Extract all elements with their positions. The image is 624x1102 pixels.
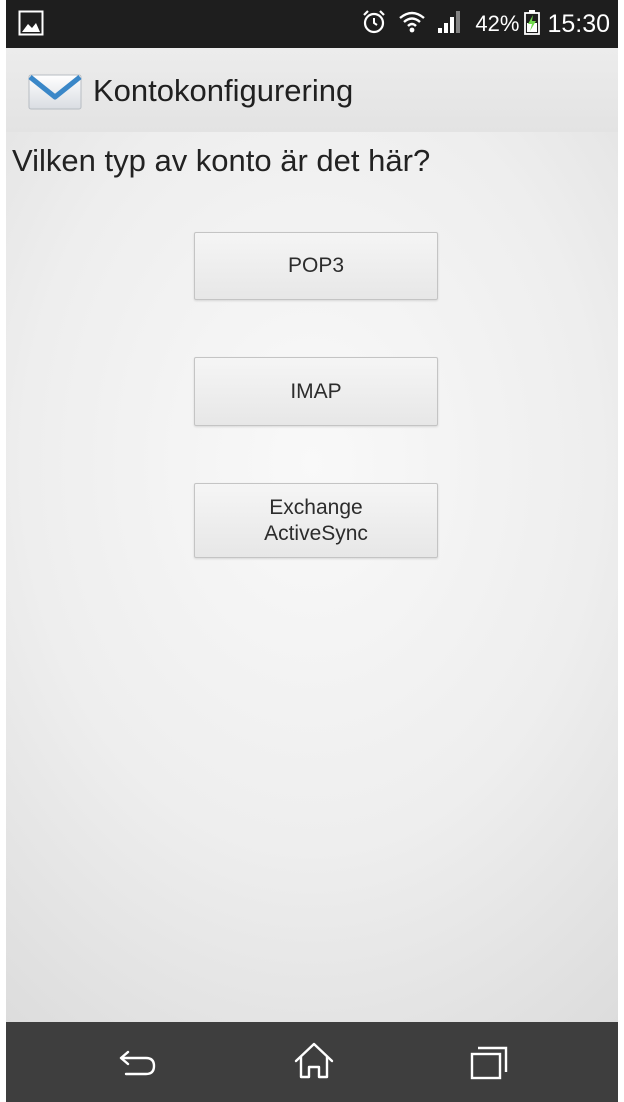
- battery-charging-icon: [524, 9, 541, 40]
- app-title: Kontokonfigurering: [93, 73, 354, 108]
- action-bar: Kontokonfigurering: [6, 48, 618, 132]
- pop3-button[interactable]: POP3: [194, 232, 438, 300]
- imap-button-label: IMAP: [290, 379, 342, 403]
- signal-icon: [437, 10, 463, 39]
- wifi-icon: [399, 10, 426, 39]
- alarm-icon: [361, 9, 387, 40]
- status-clock: 15:30: [547, 9, 610, 38]
- screen: 42% 15:30 Kontokonfigurering Vilken typ …: [6, 0, 618, 1102]
- imap-button[interactable]: IMAP: [194, 357, 438, 426]
- exchange-activesync-label-line2: ActiveSync: [264, 521, 368, 545]
- status-icons: 42% 15:30: [361, 0, 610, 48]
- battery-percent: 42%: [475, 11, 520, 36]
- home-icon[interactable]: [290, 1040, 338, 1084]
- exchange-activesync-button[interactable]: Exchange ActiveSync: [194, 483, 438, 558]
- back-icon[interactable]: [114, 1040, 162, 1084]
- image-notification-icon: [18, 10, 44, 36]
- status-bar: 42% 15:30: [6, 0, 618, 48]
- envelope-icon: [28, 73, 82, 111]
- pop3-button-label: POP3: [287, 254, 345, 278]
- exchange-activesync-label-line1: Exchange: [269, 495, 363, 519]
- navigation-bar: [6, 1022, 618, 1102]
- account-type-question: Vilken typ av konto är det här?: [12, 143, 431, 178]
- recent-apps-icon[interactable]: [465, 1040, 513, 1084]
